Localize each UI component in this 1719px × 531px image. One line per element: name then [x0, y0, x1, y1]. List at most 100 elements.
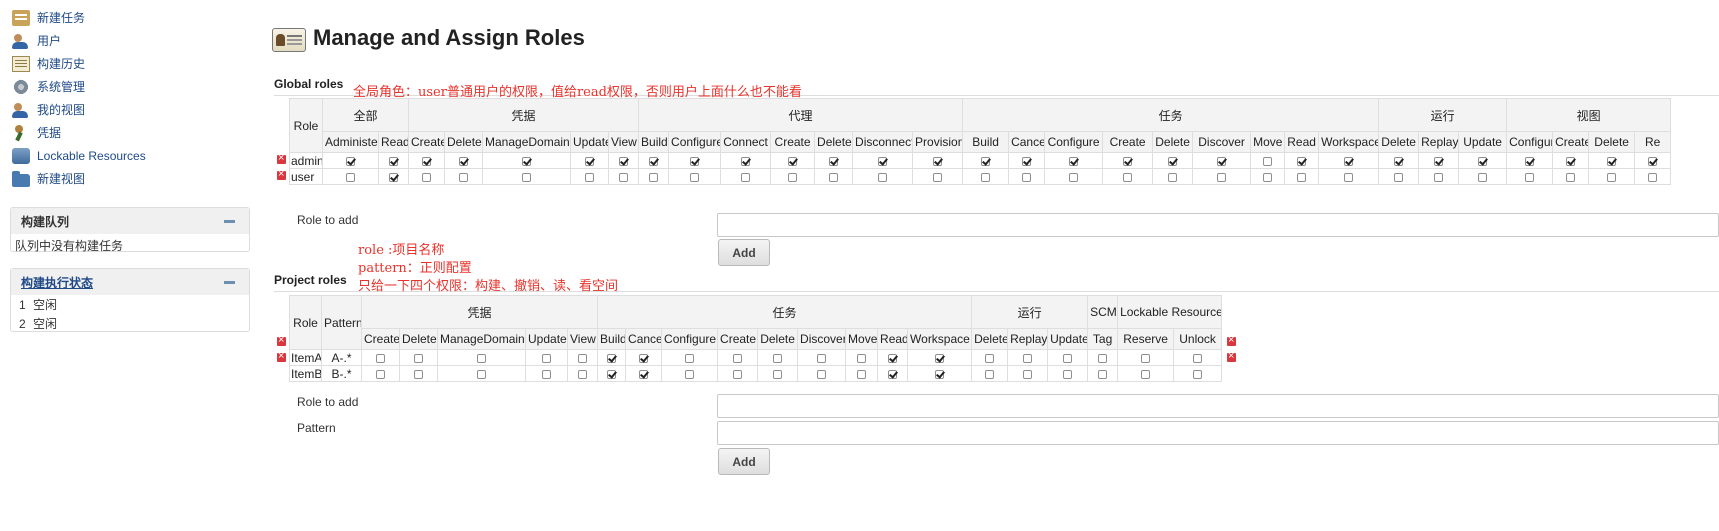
permission-checkbox[interactable] [935, 369, 945, 379]
permission-checkbox[interactable] [1297, 172, 1307, 182]
permission-checkbox[interactable] [1566, 172, 1576, 182]
permission-checkbox[interactable] [459, 172, 469, 182]
sidebar-task-1[interactable]: 用户 [8, 29, 268, 52]
permission-checkbox[interactable] [1648, 156, 1658, 166]
permission-checkbox[interactable] [1394, 172, 1404, 182]
permission-checkbox[interactable] [389, 156, 398, 166]
permission-checkbox[interactable] [1478, 172, 1488, 182]
permission-checkbox[interactable] [1434, 156, 1444, 166]
permission-checkbox[interactable] [685, 353, 695, 363]
permission-checkbox[interactable] [829, 172, 839, 182]
permission-checkbox[interactable] [542, 353, 551, 363]
delete-role-icon[interactable] [277, 348, 286, 364]
permission-checkbox[interactable] [649, 172, 659, 182]
project-pattern-input[interactable] [717, 421, 1719, 445]
sidebar-task-3[interactable]: 系统管理 [8, 75, 268, 98]
sidebar-task-6[interactable]: Lockable Resources [8, 144, 268, 167]
permission-checkbox[interactable] [414, 369, 423, 379]
permission-checkbox[interactable] [585, 172, 595, 182]
permission-checkbox[interactable] [1168, 172, 1178, 182]
permission-checkbox[interactable] [1478, 156, 1488, 166]
project-role-to-add-input[interactable] [717, 394, 1719, 418]
sidebar-task-0[interactable]: 新建任务 [8, 6, 268, 29]
permission-checkbox[interactable] [1193, 353, 1203, 363]
permission-checkbox[interactable] [690, 156, 700, 166]
permission-checkbox[interactable] [829, 156, 839, 166]
permission-checkbox[interactable] [1217, 156, 1227, 166]
permission-checkbox[interactable] [578, 369, 588, 379]
permission-checkbox[interactable] [346, 156, 355, 166]
permission-checkbox[interactable] [1263, 172, 1273, 182]
permission-checkbox[interactable] [639, 353, 649, 363]
permission-checkbox[interactable] [607, 369, 617, 379]
permission-checkbox[interactable] [578, 353, 588, 363]
permission-checkbox[interactable] [1193, 369, 1203, 379]
permission-checkbox[interactable] [878, 156, 888, 166]
permission-checkbox[interactable] [422, 156, 432, 166]
permission-checkbox[interactable] [1141, 369, 1151, 379]
permission-checkbox[interactable] [878, 172, 888, 182]
permission-checkbox[interactable] [1063, 369, 1073, 379]
permission-checkbox[interactable] [1344, 172, 1354, 182]
permission-checkbox[interactable] [817, 369, 827, 379]
permission-checkbox[interactable] [733, 369, 743, 379]
collapse-icon[interactable] [224, 219, 235, 223]
permission-checkbox[interactable] [1098, 353, 1108, 363]
permission-checkbox[interactable] [1648, 172, 1658, 182]
permission-checkbox[interactable] [1022, 172, 1032, 182]
delete-role-icon[interactable] [277, 332, 286, 348]
sidebar-task-5[interactable]: 凭据 [8, 121, 268, 144]
permission-checkbox[interactable] [933, 172, 943, 182]
permission-checkbox[interactable] [542, 369, 551, 379]
delete-role-icon[interactable] [1227, 332, 1236, 348]
global-add-button[interactable]: Add [718, 239, 770, 266]
permission-checkbox[interactable] [522, 172, 532, 182]
permission-checkbox[interactable] [1607, 172, 1617, 182]
permission-checkbox[interactable] [1525, 172, 1535, 182]
permission-checkbox[interactable] [1297, 156, 1307, 166]
permission-checkbox[interactable] [607, 353, 617, 363]
permission-checkbox[interactable] [1168, 156, 1178, 166]
permission-checkbox[interactable] [888, 353, 898, 363]
permission-checkbox[interactable] [1123, 156, 1133, 166]
permission-checkbox[interactable] [376, 353, 385, 363]
permission-checkbox[interactable] [1394, 156, 1404, 166]
permission-checkbox[interactable] [857, 369, 867, 379]
permission-checkbox[interactable] [733, 353, 743, 363]
permission-checkbox[interactable] [981, 156, 991, 166]
permission-checkbox[interactable] [522, 156, 532, 166]
permission-checkbox[interactable] [1434, 172, 1444, 182]
project-add-button[interactable]: Add [718, 448, 770, 475]
delete-role-icon[interactable] [277, 150, 286, 166]
permission-checkbox[interactable] [1525, 156, 1535, 166]
permission-checkbox[interactable] [1023, 353, 1033, 363]
global-role-to-add-input[interactable] [717, 213, 1719, 237]
permission-checkbox[interactable] [649, 156, 659, 166]
permission-checkbox[interactable] [788, 172, 798, 182]
permission-checkbox[interactable] [1141, 353, 1151, 363]
permission-checkbox[interactable] [1566, 156, 1576, 166]
permission-checkbox[interactable] [477, 353, 486, 363]
collapse-icon[interactable] [224, 280, 235, 284]
permission-checkbox[interactable] [985, 353, 995, 363]
permission-checkbox[interactable] [1098, 369, 1108, 379]
permission-checkbox[interactable] [585, 156, 595, 166]
permission-checkbox[interactable] [1217, 172, 1227, 182]
permission-checkbox[interactable] [985, 369, 995, 379]
permission-checkbox[interactable] [888, 369, 898, 379]
permission-checkbox[interactable] [741, 172, 751, 182]
sidebar-task-4[interactable]: 我的视图 [8, 98, 268, 121]
permission-checkbox[interactable] [933, 156, 943, 166]
permission-checkbox[interactable] [981, 172, 991, 182]
permission-checkbox[interactable] [1063, 353, 1073, 363]
permission-checkbox[interactable] [1069, 156, 1079, 166]
permission-checkbox[interactable] [773, 353, 783, 363]
permission-checkbox[interactable] [773, 369, 783, 379]
permission-checkbox[interactable] [639, 369, 649, 379]
permission-checkbox[interactable] [346, 172, 355, 182]
sidebar-task-7[interactable]: 新建视图 [8, 167, 268, 190]
permission-checkbox[interactable] [1022, 156, 1032, 166]
permission-checkbox[interactable] [1607, 156, 1617, 166]
permission-checkbox[interactable] [619, 156, 629, 166]
permission-checkbox[interactable] [1069, 172, 1079, 182]
